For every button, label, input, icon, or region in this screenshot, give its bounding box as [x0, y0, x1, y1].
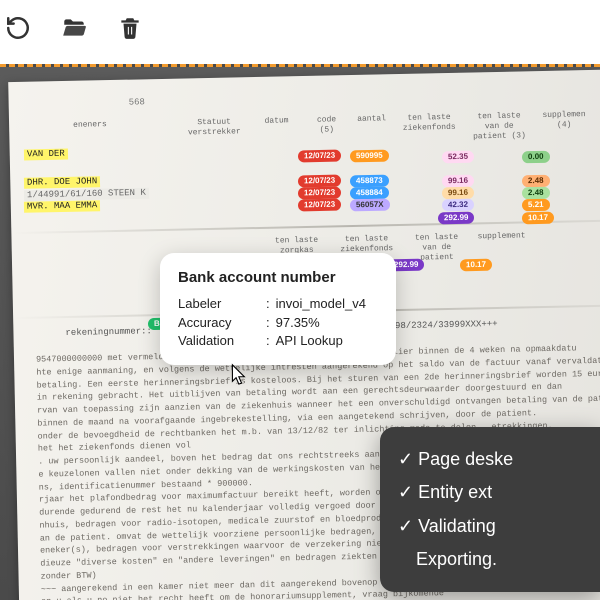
- progress-item: Entity ext: [398, 476, 582, 509]
- pill-code[interactable]: 458873: [350, 175, 389, 188]
- progress-toast: Page deske Entity ext Validating Exporti…: [380, 427, 600, 592]
- pill-amount[interactable]: 10.17: [460, 259, 492, 272]
- progress-item: Page deske: [398, 443, 582, 476]
- page-number: 568: [129, 97, 145, 109]
- pill-date[interactable]: 12/07/23: [298, 187, 341, 200]
- pill-date[interactable]: 12/07/23: [298, 175, 341, 188]
- pill-code[interactable]: 56057X: [350, 199, 390, 212]
- undo-icon[interactable]: [4, 14, 32, 42]
- trash-icon[interactable]: [116, 14, 144, 42]
- entity-name[interactable]: MVR. MAA EMMA: [24, 200, 100, 213]
- pill-amount[interactable]: 52.35: [442, 151, 474, 164]
- progress-item: Exporting.: [398, 543, 582, 576]
- pill-amount[interactable]: 5.21: [522, 199, 550, 212]
- pointer-cursor-icon: [226, 363, 248, 389]
- pill-amount[interactable]: 0.00: [522, 151, 550, 164]
- progress-item: Validating: [398, 510, 582, 543]
- document-viewport[interactable]: 568 eneners Statuut verstrekker datum co…: [0, 64, 600, 600]
- popover-row: Accuracy97.35%: [178, 314, 378, 333]
- pill-amount[interactable]: 99.16: [442, 187, 474, 200]
- toolbar: [0, 0, 600, 56]
- popover-row: Labelerinvoi_model_v4: [178, 295, 378, 314]
- pill-amount[interactable]: 10.17: [522, 212, 554, 225]
- folder-open-icon[interactable]: [60, 14, 88, 42]
- pill-amount[interactable]: 2.48: [522, 175, 550, 188]
- pill-code[interactable]: 590995: [350, 150, 389, 163]
- pill-amount[interactable]: 99.16: [442, 175, 474, 188]
- entity-name[interactable]: DHR. DOE JOHN: [24, 176, 100, 189]
- entity-name[interactable]: VAN DER: [24, 149, 68, 161]
- pill-amount[interactable]: 2.48: [522, 187, 550, 200]
- pill-date[interactable]: 12/07/23: [298, 199, 341, 212]
- pill-code[interactable]: 458884: [350, 187, 389, 200]
- pill-amount[interactable]: 42.32: [442, 199, 474, 212]
- entity-popover: Bank account number Labelerinvoi_model_v…: [160, 253, 396, 365]
- table-header: eneners Statuut verstrekker datum code (…: [69, 108, 600, 151]
- rek-label: rekeningnummer::: [65, 326, 152, 339]
- pill-amount[interactable]: 292.99: [438, 212, 475, 225]
- popover-row: ValidationAPI Lookup: [178, 332, 378, 351]
- popover-title: Bank account number: [178, 267, 378, 289]
- pill-date[interactable]: 12/07/23: [298, 150, 341, 163]
